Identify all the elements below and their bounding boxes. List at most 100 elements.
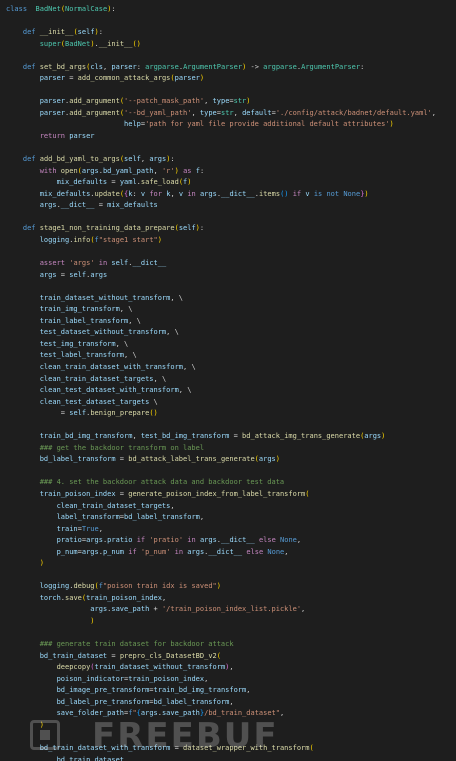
code-line[interactable]: logging.info(f"stage1 start") [6, 235, 436, 247]
code-line[interactable]: args.save_path + '/train_poison_index_li… [6, 604, 436, 616]
code-line[interactable]: args = self.args [6, 270, 436, 282]
code-line[interactable]: help='path for yaml file provide additio… [6, 119, 436, 131]
code-token: def [22, 224, 36, 233]
code-line[interactable] [6, 281, 436, 293]
code-line[interactable]: with open(args.bd_yaml_path, 'r') as f: [6, 166, 436, 178]
code-content[interactable]: class BadNet(NormalCase): def __init__(s… [6, 4, 436, 761]
code-token: in [187, 189, 196, 198]
code-token: train_poison_index [39, 489, 116, 498]
code-line[interactable]: = self.benign_prepare() [6, 408, 436, 420]
code-line[interactable]: return parser [6, 131, 436, 143]
code-line[interactable]: assert 'args' in self.__dict__ [6, 258, 436, 270]
code-line[interactable]: args.__dict__ = mix_defaults [6, 200, 436, 212]
code-line[interactable]: def set_bd_args(cls, parser: argparse.Ar… [6, 62, 436, 74]
code-line[interactable]: ### generate train dataset for backdoor … [6, 639, 436, 651]
code-line[interactable] [6, 212, 436, 224]
code-line[interactable]: super(BadNet).__init__() [6, 39, 436, 51]
code-line[interactable]: poison_indicator=train_poison_index, [6, 674, 436, 686]
code-token: '--bd_yaml_path' [124, 108, 192, 117]
code-token: = [107, 178, 120, 187]
code-line[interactable]: clean_test_dataset_with_transform, \ [6, 385, 436, 397]
code-line[interactable]: class BadNet(NormalCase): [6, 4, 436, 16]
code-line[interactable]: train_bd_img_transform, test_bd_img_tran… [6, 431, 436, 443]
code-line[interactable]: clean_train_dataset_with_transform, \ [6, 362, 436, 374]
code-line[interactable]: mix_defaults.update({k: v for k, v in ar… [6, 189, 436, 201]
code-line[interactable] [6, 570, 436, 582]
code-token: = [115, 489, 129, 498]
code-line[interactable]: train_dataset_without_transform, \ [6, 293, 436, 305]
code-line[interactable] [6, 50, 436, 62]
code-line[interactable] [6, 16, 436, 28]
code-line[interactable]: ) [6, 616, 436, 628]
code-token: bd_label_transform [124, 513, 200, 522]
code-line[interactable] [6, 628, 436, 640]
code-line[interactable]: bd_image_pre_transform=train_bd_img_tran… [6, 685, 436, 697]
code-line[interactable]: train_img_transform, \ [6, 304, 436, 316]
code-line[interactable]: def stage1_non_training_data_prepare(sel… [6, 223, 436, 235]
code-token: in [174, 547, 184, 556]
code-line[interactable]: ) [6, 558, 436, 570]
code-line[interactable]: ### 4. set the backdoor attack data and … [6, 477, 436, 489]
code-line[interactable]: bd_label_transform = bd_attack_label_tra… [6, 454, 436, 466]
code-line[interactable] [6, 246, 436, 258]
code-token: self [178, 224, 196, 233]
code-line[interactable]: train=True, [6, 524, 436, 536]
code-line[interactable]: test_dataset_without_transform, \ [6, 327, 436, 339]
code-line[interactable]: parser.add_argument('--bd_yaml_path', ty… [6, 108, 436, 120]
code-line[interactable] [6, 143, 436, 155]
code-line[interactable]: train_label_transform, \ [6, 316, 436, 328]
code-line[interactable]: bd_train_dataset = prepro_cls_DatasetBD_… [6, 651, 436, 663]
code-line[interactable]: mix_defaults = yaml.safe_load(f) [6, 177, 436, 189]
code-line[interactable]: label_transform=bd_label_transform, [6, 512, 436, 524]
code-line[interactable]: test_img_transform, \ [6, 339, 436, 351]
code-token: argparse [263, 62, 297, 71]
code-line[interactable]: bd_label_pre_transform=bd_label_transfor… [6, 697, 436, 709]
code-line[interactable] [6, 420, 436, 432]
code-token: update [94, 189, 120, 198]
code-token: : [199, 166, 205, 175]
code-token: , [132, 432, 141, 441]
code-token: in [187, 536, 196, 545]
code-token: ) [381, 432, 386, 441]
code-token: if [136, 536, 146, 545]
code-line[interactable]: deepcopy(train_dataset_without_transform… [6, 662, 436, 674]
code-token: () [132, 39, 141, 48]
code-token: p_num [56, 547, 78, 556]
code-token: poison_indicator [56, 674, 125, 683]
code-token: , [204, 674, 209, 683]
code-line[interactable]: clean_train_dataset_targets, \ [6, 374, 436, 386]
code-line[interactable]: parser = add_common_attack_args(parser) [6, 73, 436, 85]
code-token: clean_train_dataset_targets [56, 501, 171, 510]
code-line[interactable] [6, 466, 436, 478]
code-editor[interactable]: class BadNet(NormalCase): def __init__(s… [0, 0, 456, 761]
code-token: "poison train idx is saved" [102, 582, 217, 591]
code-token: args [81, 547, 99, 556]
code-line[interactable] [6, 85, 436, 97]
code-token: train_dataset_without_transform [39, 293, 171, 302]
code-line[interactable]: p_num=args.p_num if 'p_num' in args.__di… [6, 547, 436, 559]
code-line[interactable]: torch.save(train_poison_index, [6, 593, 436, 605]
code-token: set_bd_args [35, 62, 87, 71]
code-token: generate_poison_index_from_label_transfo… [128, 489, 306, 498]
code-line[interactable]: parser.add_argument('--patch_mask_path',… [6, 96, 436, 108]
code-token: , [199, 513, 205, 522]
code-line[interactable]: def add_bd_yaml_to_args(self, args): [6, 154, 436, 166]
code-line[interactable]: train_poison_index = generate_poison_ind… [6, 489, 436, 501]
code-line[interactable]: def __init__(self): [6, 27, 436, 39]
code-token: self [124, 155, 141, 164]
code-line[interactable]: test_label_transform, \ [6, 350, 436, 362]
watermark-logo-icon [30, 720, 60, 750]
code-line[interactable]: clean_test_dataset_targets \ [6, 397, 436, 409]
code-line[interactable]: ### get the backdoor transform on label [6, 443, 436, 455]
code-line[interactable]: logging.debug(f"poison train idx is save… [6, 581, 436, 593]
code-line[interactable]: pratio=args.pratio if 'pratio' in args._… [6, 535, 436, 547]
code-line[interactable]: clean_train_dataset_targets, [6, 501, 436, 513]
code-token: ) [389, 120, 394, 129]
